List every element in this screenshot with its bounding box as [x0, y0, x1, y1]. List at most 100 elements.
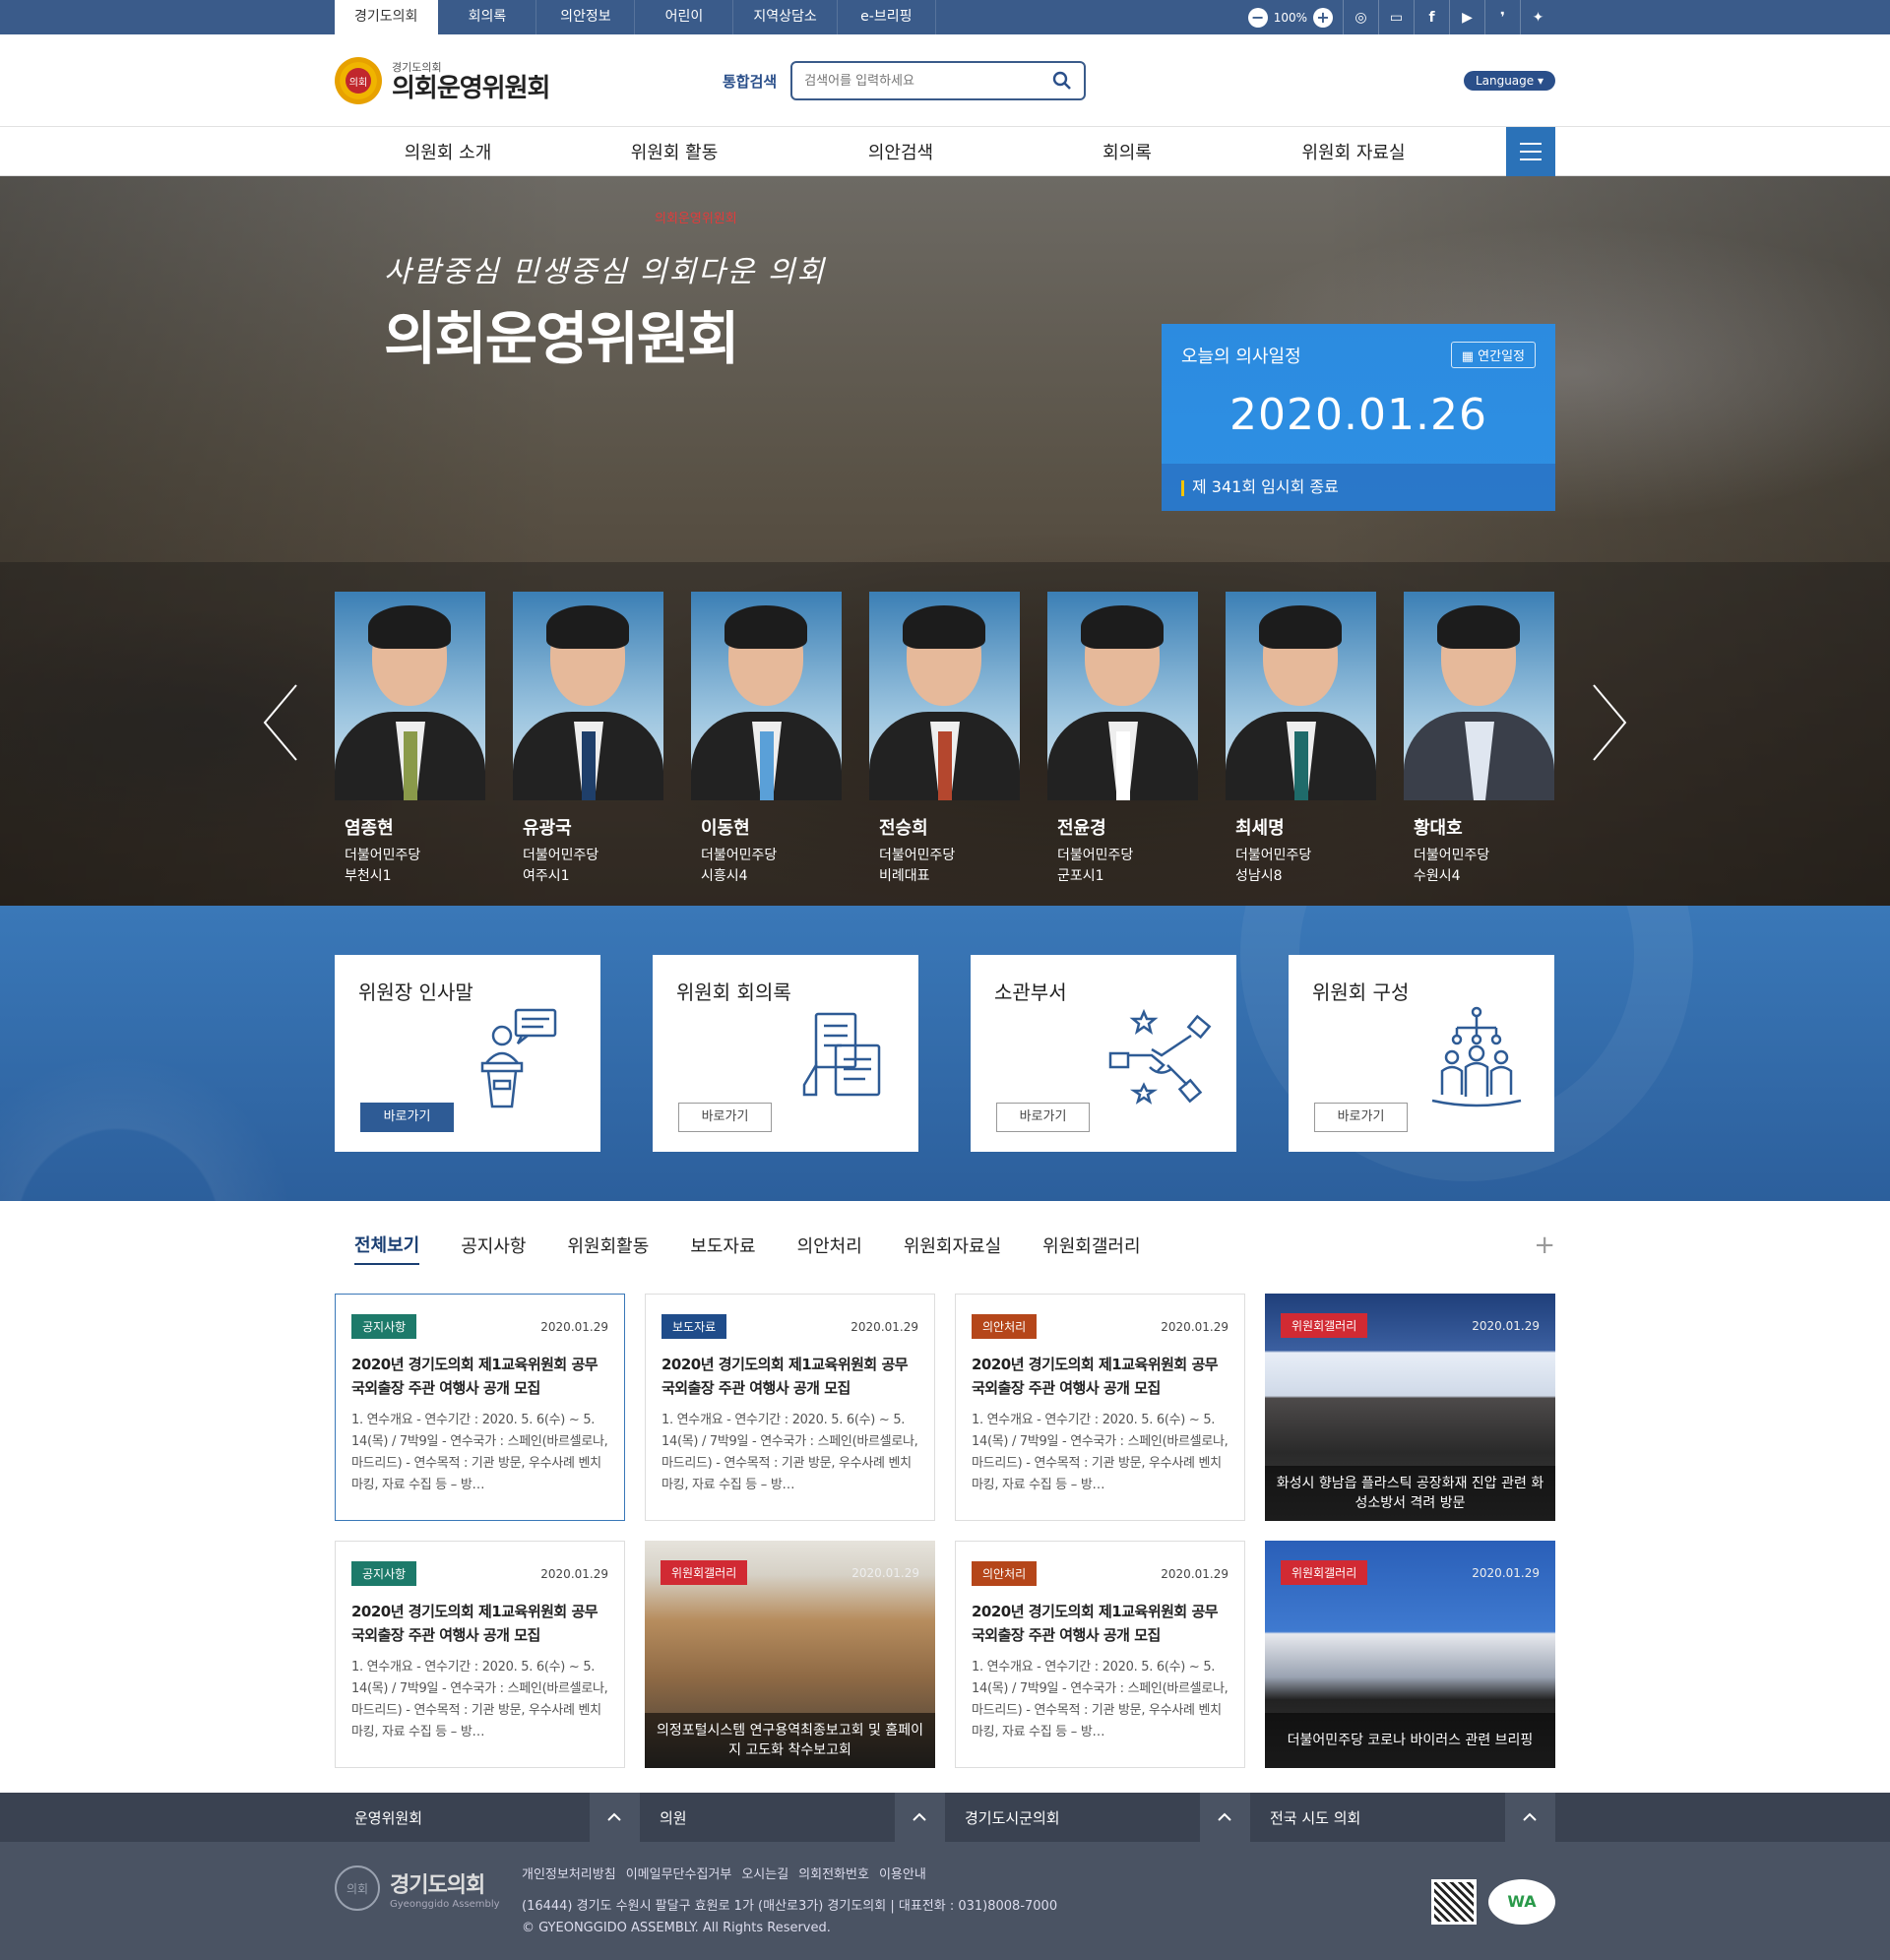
zoom-control: − 100% +: [1247, 7, 1343, 28]
post-date: 2020.01.29: [850, 1320, 918, 1334]
talk-icon[interactable]: ▭: [1378, 0, 1414, 34]
zoom-level: 100%: [1273, 10, 1307, 25]
footer-link-guide[interactable]: 이용안내: [879, 1864, 936, 1882]
youtube-icon[interactable]: ▶: [1449, 0, 1484, 34]
footer-select-city-councils[interactable]: 경기도시군의회: [945, 1793, 1250, 1842]
more-plus-icon[interactable]: +: [1534, 1231, 1555, 1260]
post-title: 2020년 경기도의회 제1교육위원회 공무국외출장 주관 여행사 공개 모집: [972, 1356, 1219, 1397]
web-accessibility-mark-icon: WA: [1488, 1878, 1555, 1925]
quick-card-composition[interactable]: 위원회 구성 바로가기: [1289, 955, 1554, 1152]
facebook-icon[interactable]: f: [1414, 0, 1449, 34]
footer-select-committee[interactable]: 운영위원회: [335, 1793, 640, 1842]
tab-notice[interactable]: 공지사항: [461, 1233, 526, 1264]
quick-card-minutes[interactable]: 위원회 회의록 바로가기: [653, 955, 918, 1152]
yearly-schedule-button[interactable]: ▦ 연간일정: [1450, 342, 1536, 368]
nav-bill-search[interactable]: 의안검색: [788, 139, 1014, 164]
member-card[interactable]: 황대호 더불어민주당 수원시4: [1404, 592, 1554, 887]
member-card[interactable]: 유광국 더불어민주당 여주시1: [513, 592, 663, 887]
zoom-out-button[interactable]: −: [1247, 7, 1268, 28]
quick-card-go-button[interactable]: 바로가기: [1314, 1103, 1408, 1132]
member-photo: [513, 592, 663, 800]
footer-link-label: 이용안내: [878, 1867, 926, 1882]
site-tab-kids[interactable]: 어린이: [635, 0, 734, 34]
gallery-card[interactable]: 위원회갤러리 2020.01.29 화성시 향남읍 플라스틱 공장화재 진압 관…: [1265, 1294, 1555, 1521]
category-badge: 의안처리: [972, 1314, 1038, 1339]
tab-gallery[interactable]: 위원회갤러리: [1042, 1233, 1140, 1264]
member-card[interactable]: 최세명 더불어민주당 성남시8: [1226, 592, 1376, 887]
instagram-icon[interactable]: ◎: [1343, 0, 1378, 34]
footer-select-members[interactable]: 의원: [640, 1793, 945, 1842]
board-card[interactable]: 공지사항 2020.01.29 2020년 경기도의회 제1교육위원회 공무국외…: [335, 1294, 625, 1521]
today-date: 2020.01.26: [1229, 390, 1487, 440]
member-card[interactable]: 전윤경 더불어민주당 군포시1: [1047, 592, 1198, 887]
board-card[interactable]: 공지사항 2020.01.29 2020년 경기도의회 제1교육위원회 공무국외…: [335, 1541, 625, 1768]
search-box: [790, 61, 1087, 100]
header: 의회 경기도의회 의회운영위원회 통합검색 Language ▾: [0, 34, 1890, 127]
quick-card-go-button[interactable]: 바로가기: [360, 1103, 454, 1132]
member-card[interactable]: 염종현 더불어민주당 부천시1: [335, 592, 485, 887]
member-district: 성남시8: [1235, 868, 1283, 884]
member-card[interactable]: 전승희 더불어민주당 비례대표: [869, 592, 1020, 887]
blog-icon[interactable]: ❜: [1484, 0, 1520, 34]
all-menu-button[interactable]: [1506, 127, 1555, 176]
carousel-prev-icon[interactable]: [261, 683, 300, 762]
footer-link-phone[interactable]: 의회전화번호: [798, 1864, 879, 1882]
site-logo[interactable]: 의회 경기도의회 의회운영위원회: [335, 57, 723, 104]
site-tab-local-office[interactable]: 지역상담소: [733, 0, 838, 34]
footer-select-label: 경기도시군의회: [965, 1808, 1060, 1827]
nav-archive[interactable]: 위원회 자료실: [1240, 139, 1467, 164]
quick-card-departments[interactable]: 소관부서 바로가기: [971, 955, 1236, 1152]
post-excerpt: 1. 연수개요 - 연수기간 : 2020. 5. 6(수) ~ 5. 14(목…: [351, 1413, 608, 1492]
member-card[interactable]: 이동현 더불어민주당 시흥시4: [691, 592, 842, 887]
footer-logo: 의회 경기도의회 Gyeonggido Assembly: [335, 1864, 522, 1913]
tab-bills[interactable]: 의안처리: [797, 1233, 862, 1264]
category-badge: 공지사항: [351, 1561, 417, 1586]
today-schedule-panel: 오늘의 의사일정 ▦ 연간일정 2020.01.26 제 341회 임시회 종료: [1162, 324, 1555, 511]
post-excerpt: 1. 연수개요 - 연수기간 : 2020. 5. 6(수) ~ 5. 14(목…: [972, 1413, 1228, 1492]
post-title: 2020년 경기도의회 제1교육위원회 공무국외출장 주관 여행사 공개 모집: [351, 1603, 598, 1644]
category-badge: 위원회갤러리: [1281, 1560, 1368, 1585]
organization-icon: [1431, 1006, 1522, 1107]
site-tab-minutes[interactable]: 회의록: [438, 0, 537, 34]
search-icon[interactable]: [1052, 71, 1072, 91]
gallery-card[interactable]: 위원회갤러리 2020.01.29 의정포털시스템 연구용역최종보고회 및 홈페…: [645, 1541, 935, 1768]
twitter-icon[interactable]: ✦: [1520, 0, 1555, 34]
tab-press[interactable]: 보도자료: [690, 1233, 755, 1264]
language-select[interactable]: Language ▾: [1463, 71, 1555, 91]
today-event[interactable]: 제 341회 임시회 종료: [1162, 464, 1555, 511]
nav-activity[interactable]: 위원회 활동: [561, 139, 788, 164]
site-tabs: 경기도의회 회의록 의안정보 어린이 지역상담소 e-브리핑: [335, 0, 936, 34]
quick-card-go-button[interactable]: 바로가기: [678, 1103, 772, 1132]
board-card[interactable]: 보도자료 2020.01.29 2020년 경기도의회 제1교육위원회 공무국외…: [645, 1294, 935, 1521]
site-tab-bills[interactable]: 의안정보: [536, 0, 636, 34]
footer-select-label: 운영위원회: [354, 1808, 423, 1827]
footer-link-privacy[interactable]: 개인정보처리방침: [522, 1864, 626, 1882]
search-input[interactable]: [804, 73, 1053, 89]
site-tab-ebriefing[interactable]: e-브리핑: [838, 0, 936, 34]
post-excerpt: 1. 연수개요 - 연수기간 : 2020. 5. 6(수) ~ 5. 14(목…: [972, 1660, 1228, 1739]
tab-archive[interactable]: 위원회자료실: [904, 1233, 1001, 1264]
quick-card-go-button[interactable]: 바로가기: [996, 1103, 1090, 1132]
post-date: 2020.01.29: [1472, 1319, 1540, 1333]
footer-link-directions[interactable]: 오시는길: [741, 1864, 798, 1882]
footer-link-email-policy[interactable]: 이메일무단수집거부: [626, 1864, 742, 1882]
zoom-in-button[interactable]: +: [1313, 7, 1333, 28]
post-excerpt: 1. 연수개요 - 연수기간 : 2020. 5. 6(수) ~ 5. 14(목…: [351, 1660, 608, 1739]
tab-all[interactable]: 전체보기: [354, 1232, 420, 1265]
nav-intro[interactable]: 의원회 소개: [335, 139, 561, 164]
gallery-caption: 더불어민주당 코로나 바이러스 관련 브리핑: [1265, 1713, 1555, 1768]
tab-activity[interactable]: 위원회활동: [568, 1233, 650, 1264]
board-card[interactable]: 의안처리 2020.01.29 2020년 경기도의회 제1교육위원회 공무국외…: [955, 1294, 1245, 1521]
board-card[interactable]: 의안처리 2020.01.29 2020년 경기도의회 제1교육위원회 공무국외…: [955, 1541, 1245, 1768]
today-schedule-heading: 오늘의 의사일정: [1181, 346, 1301, 367]
quick-card-greeting[interactable]: 위원장 인사말 바로가기: [335, 955, 600, 1152]
carousel-next-icon[interactable]: [1590, 683, 1629, 762]
gallery-caption: 의정포털시스템 연구용역최종보고회 및 홈페이지 고도화 착수보고회: [645, 1713, 935, 1768]
footer-select-national-councils[interactable]: 전국 시도 의회: [1250, 1793, 1555, 1842]
nav-minutes[interactable]: 회의록: [1014, 139, 1240, 164]
post-date: 2020.01.29: [1161, 1567, 1228, 1581]
member-party: 더불어민주당: [523, 848, 599, 863]
category-badge: 보도자료: [662, 1314, 727, 1339]
site-tab-assembly[interactable]: 경기도의회: [335, 0, 439, 34]
gallery-card[interactable]: 위원회갤러리 2020.01.29 더불어민주당 코로나 바이러스 관련 브리핑: [1265, 1541, 1555, 1768]
